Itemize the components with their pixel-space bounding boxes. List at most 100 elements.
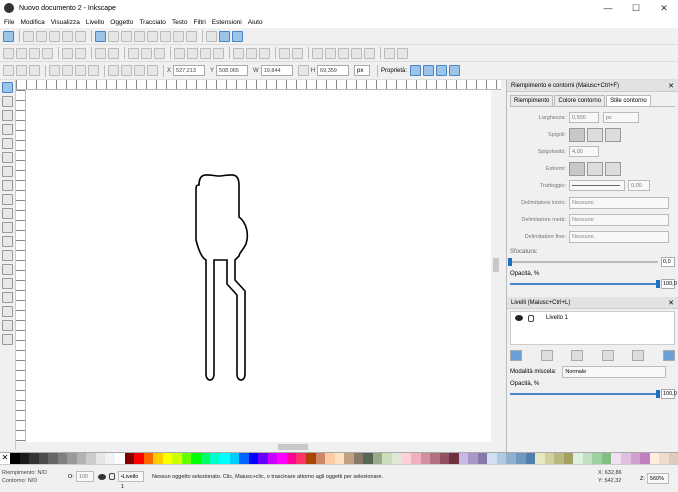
bucket-tool-icon[interactable] [2,292,13,303]
snap-guide-icon[interactable] [232,30,243,42]
snap-intersection-icon[interactable] [121,30,132,42]
status-fill-value[interactable]: N/D [37,470,46,476]
xml-editor-icon[interactable] [351,47,362,59]
snap-nodes-icon[interactable] [95,30,106,42]
rotate-ccw-icon[interactable] [49,65,60,76]
group-icon[interactable] [279,47,290,59]
opacity-knob[interactable] [656,280,660,288]
round-cap-icon[interactable] [587,161,603,176]
spiral-tool-icon[interactable] [2,194,13,205]
flip-horizontal-icon[interactable] [75,65,86,76]
marker-start-select[interactable]: Nessuno [569,196,669,209]
flip-vertical-icon[interactable] [88,65,99,76]
redo-icon[interactable] [108,47,119,59]
opacity-track[interactable] [510,280,660,288]
menu-aiuto[interactable]: Aiuto [248,19,263,26]
star-tool-icon[interactable] [2,180,13,191]
close-button[interactable]: ✕ [650,0,678,16]
ellipse-tool-icon[interactable] [2,166,13,177]
select-all-icon[interactable] [3,65,14,76]
snap-toggle-icon[interactable] [3,30,14,42]
x-input[interactable]: 527,213 [173,65,206,76]
lower-to-bottom-icon[interactable] [147,65,158,76]
layer-name[interactable]: Livello 1 [546,315,568,321]
import-icon[interactable] [62,47,73,59]
status-stroke-value[interactable]: N/D [28,478,37,484]
spray-tool-icon[interactable] [2,264,13,275]
node-tool-icon[interactable] [2,96,13,107]
square-cap-icon[interactable] [605,161,621,176]
zoom-tool-icon[interactable] [2,124,13,135]
butt-cap-icon[interactable] [569,161,585,176]
tab-stroke-style[interactable]: Stile contorno [606,95,651,106]
snap-midpoint-icon[interactable] [62,30,73,42]
menu-tracciato[interactable]: Tracciato [139,19,166,26]
zoom-input[interactable]: 560% [646,473,669,484]
pencil-tool-icon[interactable] [2,208,13,219]
menu-modifica[interactable]: Modifica [20,19,44,26]
snap-smooth-icon[interactable] [147,30,158,42]
clone-icon[interactable] [246,47,257,59]
zoom-width-icon[interactable] [213,47,224,59]
snap-edge-icon[interactable] [36,30,47,42]
vertical-ruler[interactable] [16,90,26,442]
snap-object-center-icon[interactable] [173,30,184,42]
connector-tool-icon[interactable] [2,334,13,345]
stroke-width-unit-select[interactable]: px [603,112,639,123]
gradient-tool-icon[interactable] [2,306,13,317]
dash-offset-input[interactable]: 0,00 [628,180,650,191]
tweak-tool-icon[interactable] [2,110,13,121]
status-opacity-input[interactable]: 100 [75,471,94,482]
visibility-eye-icon[interactable] [515,315,523,321]
zoom-selection-icon[interactable] [174,47,185,59]
horizontal-ruler[interactable] [16,80,501,90]
layer-down-icon[interactable] [601,349,614,361]
text-tool-icon[interactable] [2,250,13,261]
raise-to-top-icon[interactable] [108,65,119,76]
minimize-button[interactable]: — [594,0,622,16]
pen-tool-icon[interactable] [2,222,13,233]
menu-visualizza[interactable]: Visualizza [51,19,80,26]
align-distribute-icon[interactable] [364,47,375,59]
snap-cusp-icon[interactable] [134,30,145,42]
copy-icon[interactable] [128,47,139,59]
add-layer-icon[interactable] [510,349,522,361]
transform-gradients-icon[interactable] [436,65,448,76]
horizontal-scrollbar[interactable] [26,442,491,451]
menu-estensioni[interactable]: Estensioni [212,19,242,26]
tab-fill[interactable]: Riempimento [510,95,554,106]
rotate-cw-icon[interactable] [62,65,73,76]
menu-filtri[interactable]: Filtri [193,19,205,26]
unit-select[interactable]: px [354,65,371,76]
layer-opacity-track[interactable] [510,390,660,398]
layers-close-icon[interactable]: ✕ [668,299,674,307]
blur-slider[interactable]: 0,0 [508,255,675,269]
miter-limit-input[interactable]: 4,00 [569,146,599,157]
print-icon[interactable] [42,47,53,59]
layer-visibility-icon[interactable] [97,473,106,480]
vertical-scroll-thumb[interactable] [493,258,499,272]
w-input[interactable]: 19,844 [260,65,293,76]
open-file-icon[interactable] [16,47,27,59]
layer-lock-icon[interactable] [108,473,115,480]
save-icon[interactable] [29,47,40,59]
opacity-value-input[interactable]: 100,0 [661,279,677,289]
deselect-icon[interactable] [29,65,40,76]
snap-corner-icon[interactable] [49,30,60,42]
cut-icon[interactable] [141,47,152,59]
select-all-layers-icon[interactable] [16,65,27,76]
lock-ratio-icon[interactable] [297,65,309,76]
layer-row[interactable]: Livello 1 [511,312,674,324]
marker-end-select[interactable]: Nessuno [569,230,669,243]
scale-corners-icon[interactable] [423,65,435,76]
blur-value-input[interactable]: 0,0 [661,257,675,267]
blend-mode-select[interactable]: Normale [562,366,667,378]
dropper-tool-icon[interactable] [2,320,13,331]
export-icon[interactable] [75,47,86,59]
menu-oggetto[interactable]: Oggetto [110,19,133,26]
duplicate-icon[interactable] [233,47,244,59]
text-font-icon[interactable] [325,47,336,59]
snap-page-icon[interactable] [206,30,217,42]
current-layer-select[interactable]: •Livello 1 [117,471,144,490]
paste-icon[interactable] [154,47,165,59]
